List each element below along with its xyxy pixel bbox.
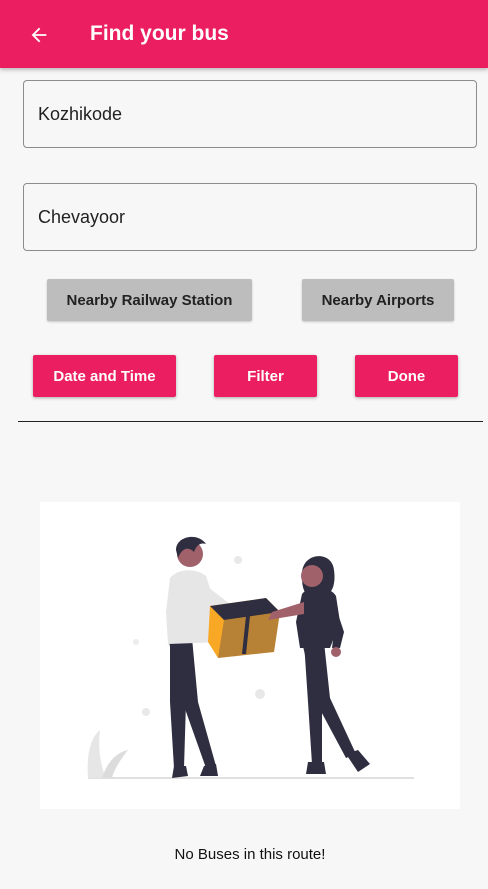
done-button[interactable]: Done xyxy=(355,355,458,397)
filter-button[interactable]: Filter xyxy=(214,355,317,397)
from-location-input[interactable] xyxy=(23,80,477,148)
no-buses-message: No Buses in this route! xyxy=(174,846,326,863)
to-location-input[interactable] xyxy=(23,183,477,251)
date-and-time-button[interactable]: Date and Time xyxy=(33,355,176,397)
empty-state-illustration xyxy=(40,502,460,809)
nearby-railway-station-button[interactable]: Nearby Railway Station xyxy=(47,279,252,321)
people-exchanging-package-illustration xyxy=(87,536,414,779)
page-title: Find your bus xyxy=(90,22,229,45)
arrow-left-icon xyxy=(31,27,47,43)
app-bar: Find your bus xyxy=(0,0,488,68)
nearby-airports-button[interactable]: Nearby Airports xyxy=(302,279,454,321)
back-button[interactable] xyxy=(22,18,56,52)
divider xyxy=(18,421,483,422)
